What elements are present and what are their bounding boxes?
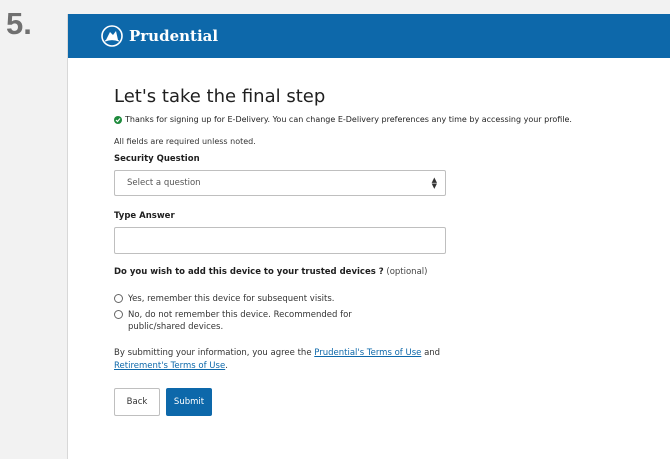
radio-option-yes[interactable]: Yes, remember this device for subsequent… bbox=[114, 293, 664, 305]
success-notice: Thanks for signing up for E-Delivery. Yo… bbox=[114, 115, 664, 124]
rock-logo-icon[interactable] bbox=[101, 25, 123, 47]
retirement-terms-link[interactable]: Retirement's Terms of Use bbox=[114, 361, 225, 371]
radio-option-no[interactable]: No, do not remember this device. Recomme… bbox=[114, 309, 664, 333]
radio-label: Yes, remember this device for subsequent… bbox=[128, 294, 335, 304]
prudential-terms-link[interactable]: Prudential's Terms of Use bbox=[314, 348, 421, 358]
radio-button[interactable] bbox=[114, 294, 123, 303]
trusted-question-text: Do you wish to add this device to your t… bbox=[114, 267, 384, 277]
terms-text: By submitting your information, you agre… bbox=[114, 347, 454, 373]
radio-button[interactable] bbox=[114, 310, 123, 319]
required-note: All fields are required unless noted. bbox=[114, 137, 256, 146]
select-arrows-icon: ▲ ▼ bbox=[431, 176, 437, 190]
brand-name[interactable]: Prudential bbox=[129, 27, 218, 45]
optional-tag: (optional) bbox=[386, 267, 428, 277]
trusted-device-question: Do you wish to add this device to your t… bbox=[114, 267, 664, 277]
select-placeholder: Select a question bbox=[127, 178, 201, 188]
radio-label: No, do not remember this device. Recomme… bbox=[128, 310, 352, 332]
terms-suffix: . bbox=[225, 361, 228, 371]
form-content: Let's take the final step Thanks for sig… bbox=[114, 86, 664, 416]
terms-middle: and bbox=[424, 348, 441, 358]
answer-label: Type Answer bbox=[114, 211, 175, 221]
form-actions: Back Submit bbox=[114, 388, 664, 416]
security-question-select[interactable]: Select a question ▲ ▼ bbox=[114, 170, 446, 196]
answer-input[interactable] bbox=[114, 227, 446, 254]
submit-button[interactable]: Submit bbox=[166, 388, 212, 416]
page-frame: Prudential Let's take the final step Tha… bbox=[67, 14, 670, 459]
back-button[interactable]: Back bbox=[114, 388, 160, 416]
step-number: 5. bbox=[6, 6, 32, 41]
security-question-label: Security Question bbox=[114, 154, 200, 164]
notice-text: Thanks for signing up for E-Delivery. Yo… bbox=[125, 115, 572, 124]
terms-prefix: By submitting your information, you agre… bbox=[114, 348, 312, 358]
check-circle-icon bbox=[114, 115, 122, 124]
page-title: Let's take the final step bbox=[114, 86, 326, 107]
header-bar: Prudential bbox=[68, 14, 670, 58]
